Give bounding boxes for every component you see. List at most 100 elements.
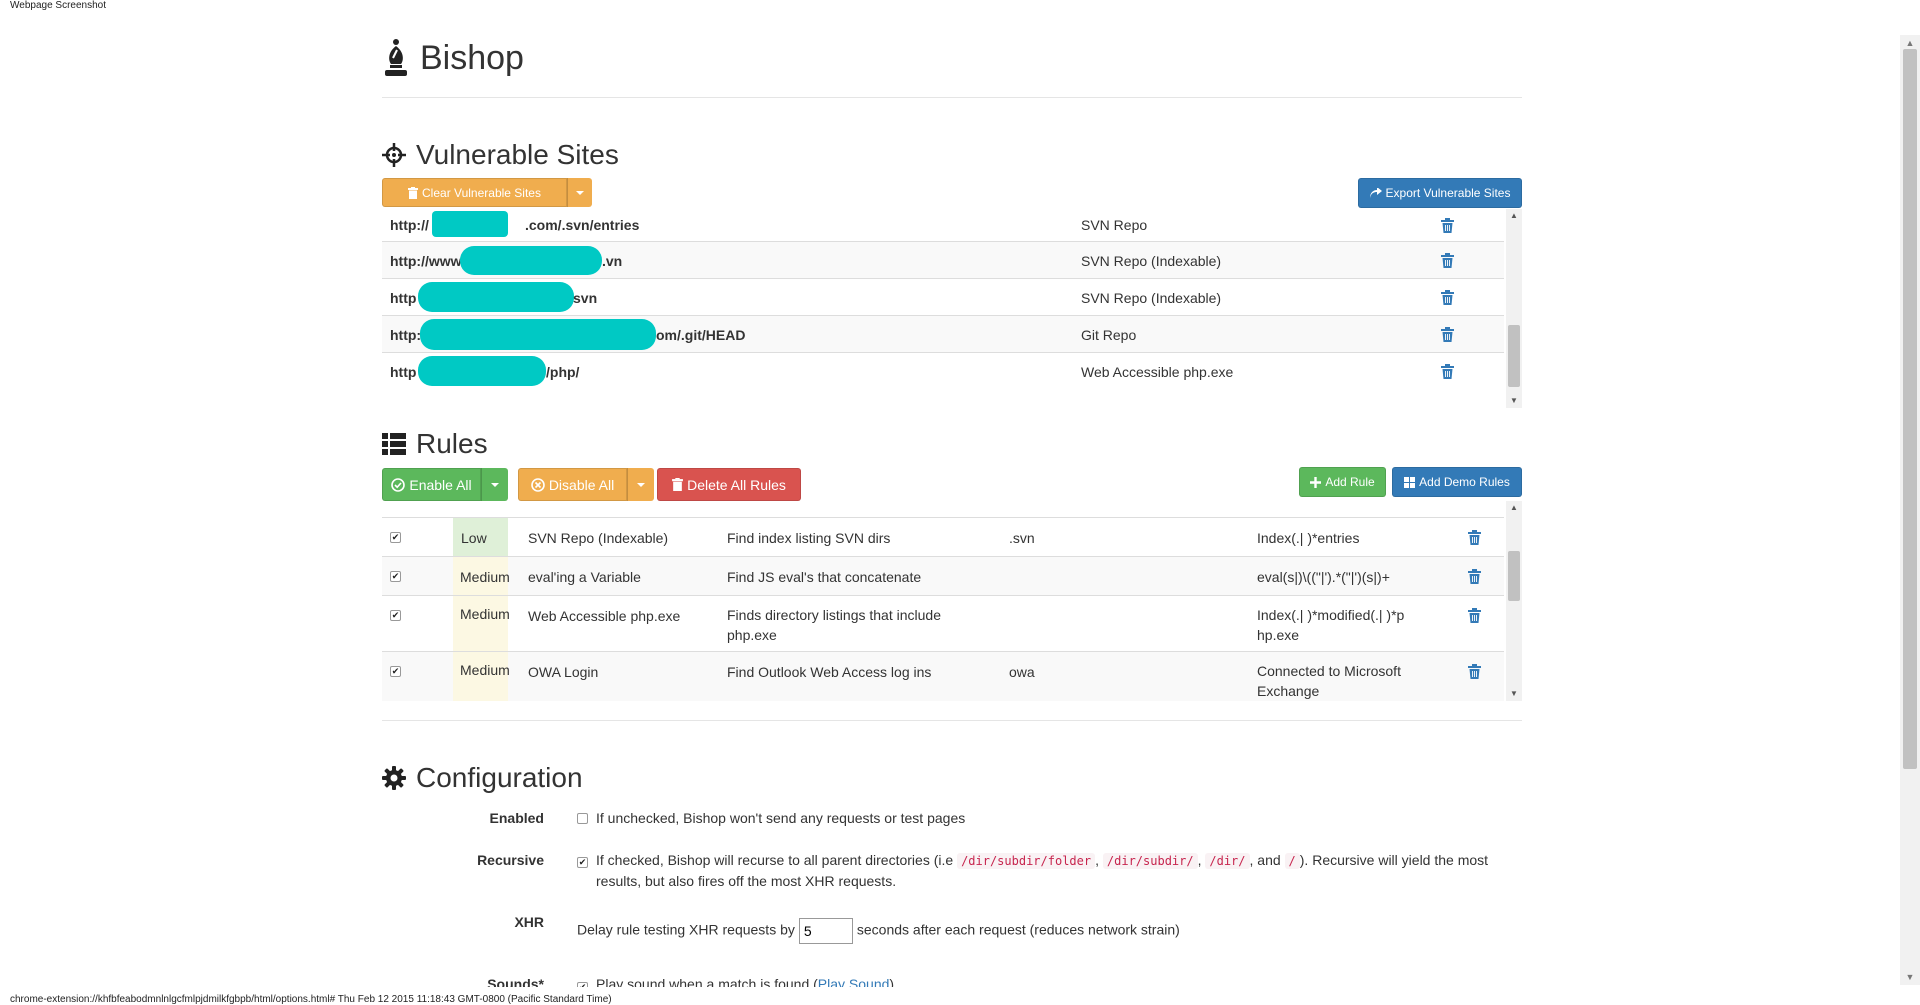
enabled-option: If unchecked, Bishop won't send any requ… [577,808,965,828]
site-url-start: http:// [390,217,429,233]
rule-severity-badge: Medium [453,652,510,701]
sounds-checkbox[interactable] [577,982,588,987]
rule-enabled-checkbox[interactable] [390,652,401,691]
rule-enabled-checkbox[interactable] [390,557,401,596]
site-url-end: om/.git/HEAD [656,326,746,343]
rules-scrollbar[interactable]: ▲ ▼ [1506,501,1522,701]
delete-site-trash-icon[interactable] [1441,242,1454,279]
recursive-checkbox[interactable] [577,857,588,868]
redaction-mark [460,246,602,275]
rule-severity-badge: Medium [453,596,510,652]
delete-rule-trash-icon[interactable] [1468,518,1481,557]
code-root: / [1284,853,1300,869]
redaction-mark [418,356,546,386]
site-url-start: http [390,363,417,380]
delete-site-trash-icon[interactable] [1441,279,1454,316]
disable-all-button[interactable]: Disable All [518,468,627,501]
add-rule-label: Add Rule [1325,475,1375,489]
page-scroll-thumb[interactable] [1903,49,1917,769]
xhr-label: XHR [514,914,544,930]
scroll-up-arrow-icon[interactable]: ▲ [1506,209,1522,223]
site-url-start: http: [390,326,422,343]
site-url-end: .com/.svn/entries [525,217,640,233]
disable-all-dropdown-toggle[interactable] [627,468,654,501]
scroll-down-arrow-icon[interactable]: ▼ [1506,394,1522,408]
rule-description: Finds directory listings that include ph… [727,607,941,643]
recursive-label: Recursive [477,852,544,868]
table-row: http svn SVN Repo (Indexable) [382,278,1504,315]
table-row: http:// .com/.svn/entries SVN Repo [382,209,1504,241]
rule-name: Web Accessible php.exe [528,607,681,624]
site-url-start: http://www [390,252,462,269]
rules-scroll-thumb[interactable] [1508,551,1520,601]
enable-all-label: Enable All [409,476,472,493]
add-demo-rules-label: Add Demo Rules [1419,475,1510,489]
code-dir: /dir/ [1205,853,1250,869]
xhr-text-before: Delay rule testing XHR requests by [577,921,795,938]
configuration-heading: Configuration [382,762,583,794]
rule-name: eval'ing a Variable [528,568,641,585]
delete-site-trash-icon[interactable] [1441,353,1454,390]
rule-enabled-checkbox[interactable] [390,596,401,635]
trash-icon [672,478,683,491]
enable-all-dropdown-toggle[interactable] [481,468,508,501]
xhr-delay-input[interactable] [798,918,853,944]
rule-description: Find Outlook Web Access log ins [727,663,932,680]
rule-match-pattern: Index(.| )*entries [1257,529,1360,546]
sites-scrollbar[interactable]: ▲ ▼ [1506,209,1522,408]
sounds-row-clip: Sounds* Play sound when a match is found… [382,972,1522,987]
rule-description: Find JS eval's that concatenate [727,568,922,585]
code-dir-subdir: /dir/subdir/ [1102,853,1198,869]
table-row: Low SVN Repo (Indexable) Find index list… [382,517,1504,557]
rule-enabled-checkbox[interactable] [390,518,401,557]
delete-rule-trash-icon[interactable] [1468,596,1481,635]
play-sound-link[interactable]: Play Sound [818,976,890,987]
site-url-end: /php/ [546,363,580,380]
vulnerable-sites-heading: Vulnerable Sites [382,139,619,171]
delete-site-trash-icon[interactable] [1441,209,1454,241]
th-large-icon [1404,476,1416,488]
table-row: http: om/.git/HEAD Git Repo [382,315,1504,352]
app-title: Bishop [420,38,524,77]
plus-icon [1310,476,1322,488]
vulnerable-sites-title: Vulnerable Sites [416,139,619,170]
scroll-down-arrow-icon[interactable]: ▼ [1900,969,1920,985]
clear-vulnerable-sites-button[interactable]: Clear Vulnerable Sites [382,178,567,207]
export-vulnerable-sites-button[interactable]: Export Vulnerable Sites [1358,178,1522,208]
site-type: SVN Repo [1081,217,1148,233]
redaction-mark [418,282,574,312]
rule-name: OWA Login [528,663,599,680]
add-demo-rules-button[interactable]: Add Demo Rules [1392,467,1522,497]
add-rule-button[interactable]: Add Rule [1299,467,1386,497]
page-scrollbar[interactable]: ▲ ▼ [1900,35,1920,985]
chess-bishop-icon [385,39,407,76]
site-url-end: .vn [602,252,623,269]
sounds-description: Play sound when a match is found ( [596,976,818,987]
enabled-checkbox[interactable] [577,813,588,824]
check-circle-icon [391,477,406,492]
table-row: http /php/ Web Accessible php.exe [382,352,1504,389]
enabled-description: If unchecked, Bishop won't send any requ… [596,810,966,826]
rules-table: Low SVN Repo (Indexable) Find index list… [382,501,1522,701]
delete-rule-trash-icon[interactable] [1468,652,1481,691]
delete-site-trash-icon[interactable] [1441,316,1454,353]
delete-all-rules-button[interactable]: Delete All Rules [657,468,801,501]
xhr-text-after: seconds after each request (reduces netw… [856,921,1180,938]
delete-all-rules-label: Delete All Rules [687,476,786,493]
redaction-mark [420,319,656,350]
recursive-checkbox-wrap [577,850,588,870]
recursive-text-a: If checked, Bishop will recurse to all p… [596,852,954,868]
redaction-mark [432,211,508,237]
enable-all-button[interactable]: Enable All [382,468,481,501]
code-dir-subdir-folder: /dir/subdir/folder [957,853,1096,869]
rules-heading: Rules [382,428,488,460]
scroll-down-arrow-icon[interactable]: ▼ [1506,687,1522,701]
configuration-title: Configuration [416,762,583,793]
share-arrow-icon [1369,188,1382,198]
scroll-up-arrow-icon[interactable]: ▲ [1506,501,1522,515]
delete-rule-trash-icon[interactable] [1468,557,1481,596]
clear-sites-dropdown-toggle[interactable] [567,178,592,207]
sites-scroll-thumb[interactable] [1508,325,1520,387]
export-vulnerable-sites-label: Export Vulnerable Sites [1385,186,1511,200]
sounds-label: Sounds* [487,976,544,987]
